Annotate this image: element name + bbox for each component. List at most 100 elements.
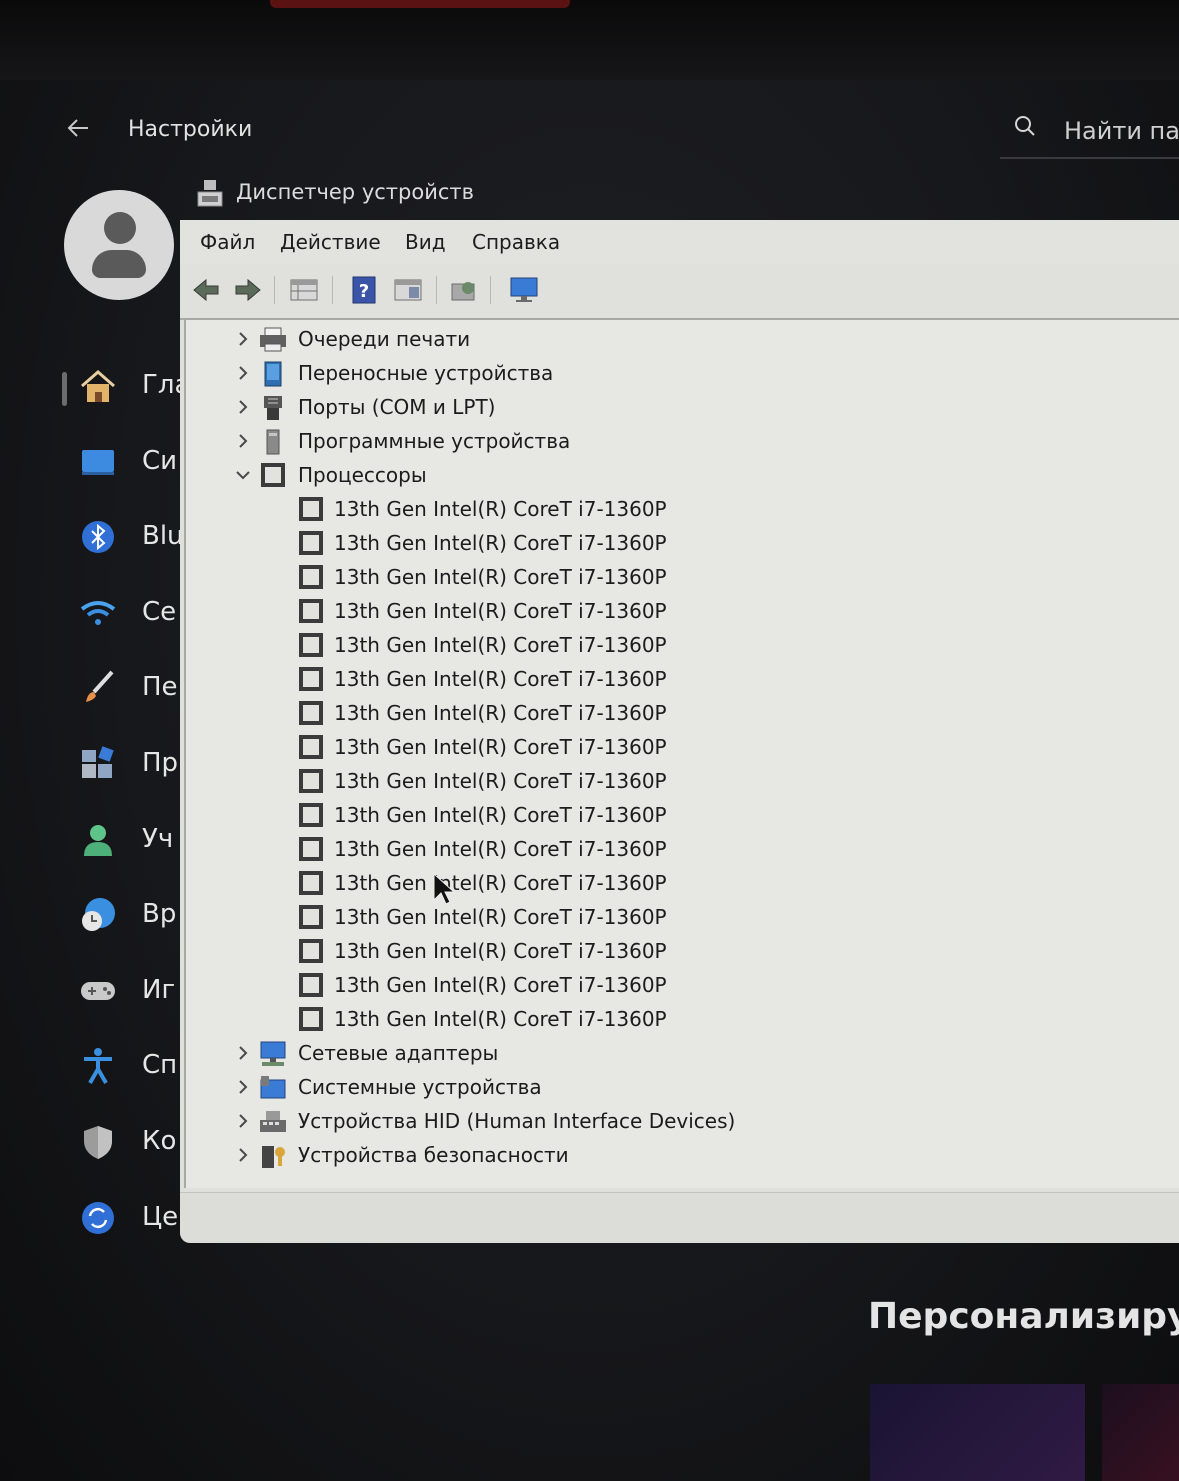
nav-item[interactable]: Пе (62, 658, 182, 718)
processor-label: 13th Gen Intel(R) CoreT i7-1360P (334, 531, 667, 555)
processor-icon (299, 701, 323, 725)
processor-label: 13th Gen Intel(R) CoreT i7-1360P (334, 701, 667, 725)
processor-item[interactable]: 13th Gen Intel(R) CoreT i7-1360P (296, 902, 856, 934)
processor-item[interactable]: 13th Gen Intel(R) CoreT i7-1360P (296, 868, 856, 900)
processor-icon (299, 565, 323, 589)
processor-item[interactable]: 13th Gen Intel(R) CoreT i7-1360P (296, 732, 856, 764)
menu-action[interactable]: Действие (280, 230, 381, 254)
tree-category-node[interactable]: Очереди печати (232, 324, 932, 356)
processor-icon (299, 939, 323, 963)
processor-item[interactable]: 13th Gen Intel(R) CoreT i7-1360P (296, 528, 856, 560)
processor-item[interactable]: 13th Gen Intel(R) CoreT i7-1360P (296, 1004, 856, 1036)
chevron-right-icon[interactable] (232, 362, 254, 384)
properties-grid-icon[interactable] (288, 274, 320, 306)
update-icon (82, 1201, 114, 1234)
processor-icon (299, 803, 323, 827)
device-manager-titlebar[interactable]: Диспетчер устройств (196, 172, 1179, 220)
tree-category-node[interactable]: Порты (COM и LPT) (232, 392, 932, 424)
processor-item[interactable]: 13th Gen Intel(R) CoreT i7-1360P (296, 562, 856, 594)
settings-title: Настройки (128, 117, 253, 142)
chevron-right-icon[interactable] (232, 1076, 254, 1098)
nav-item[interactable]: Иг (62, 961, 182, 1021)
tree-category-node[interactable]: Программные устройства (232, 426, 932, 458)
chevron-down-icon[interactable] (232, 464, 254, 486)
nav-item[interactable]: Си (62, 432, 182, 492)
nav-item-label: Це (142, 1201, 179, 1232)
processor-item[interactable]: 13th Gen Intel(R) CoreT i7-1360P (296, 630, 856, 662)
chevron-right-icon[interactable] (232, 1110, 254, 1132)
apps-icon (82, 746, 114, 778)
back-arrow-icon[interactable] (64, 114, 92, 149)
nav-item[interactable]: Це (62, 1188, 182, 1248)
processor-item[interactable]: 13th Gen Intel(R) CoreT i7-1360P (296, 936, 856, 968)
toolbar-separator (274, 276, 275, 304)
tree-category-label: Процессоры (298, 463, 427, 487)
tree-category-node[interactable]: Сетевые адаптеры (232, 1038, 932, 1070)
forward-arrow-icon[interactable] (232, 274, 264, 306)
search-input[interactable]: Найти пар (1064, 117, 1179, 145)
device-manager-title: Диспетчер устройств (236, 180, 475, 204)
processor-item[interactable]: 13th Gen Intel(R) CoreT i7-1360P (296, 970, 856, 1002)
chevron-right-icon[interactable] (232, 396, 254, 418)
menu-help[interactable]: Справка (472, 230, 560, 254)
chevron-right-icon[interactable] (232, 1042, 254, 1064)
processor-item[interactable]: 13th Gen Intel(R) CoreT i7-1360P (296, 834, 856, 866)
nav-item[interactable]: Blu (62, 507, 184, 567)
avatar[interactable] (64, 190, 174, 300)
menu-file[interactable]: Файл (200, 230, 255, 254)
processor-item[interactable]: 13th Gen Intel(R) CoreT i7-1360P (296, 766, 856, 798)
wallpaper-thumbnail[interactable] (1102, 1384, 1179, 1481)
nav-item[interactable]: Гла (62, 356, 190, 416)
chevron-right-icon[interactable] (232, 430, 254, 452)
account-icon (84, 824, 112, 856)
toolbar: ? (180, 264, 1179, 320)
device-tree[interactable]: Очереди печати Переносные устройства Порты… (184, 320, 1179, 1188)
processor-icon (299, 871, 323, 895)
settings-search-box[interactable]: Найти пар (1000, 105, 1179, 159)
nav-item[interactable]: Вр (62, 885, 182, 945)
wallpaper-thumbnail[interactable] (870, 1384, 1085, 1481)
software-device-icon (266, 429, 280, 455)
tree-category-label: Очереди печати (298, 327, 471, 351)
chevron-right-icon[interactable] (232, 1144, 254, 1166)
monitor-icon[interactable] (508, 274, 540, 306)
nav-item[interactable]: Сп (62, 1036, 182, 1096)
tree-category-node[interactable]: Устройства безопасности (232, 1140, 932, 1172)
device-manager-window: Файл Действие Вид Справка ? Очереди печа… (180, 220, 1179, 1243)
processor-label: 13th Gen Intel(R) CoreT i7-1360P (334, 803, 667, 827)
tree-category-node[interactable]: Процессоры (232, 460, 932, 492)
security-device-icon (262, 1146, 285, 1168)
processor-label: 13th Gen Intel(R) CoreT i7-1360P (334, 939, 667, 963)
processor-icon (299, 497, 323, 521)
processor-item[interactable]: 13th Gen Intel(R) CoreT i7-1360P (296, 664, 856, 696)
processor-label: 13th Gen Intel(R) CoreT i7-1360P (334, 871, 667, 895)
tree-category-node[interactable]: Устройства HID (Human Interface Devices) (232, 1106, 932, 1138)
nav-item[interactable]: Ко (62, 1112, 182, 1172)
personalize-heading: Персонализируйт (868, 1296, 1179, 1337)
processor-icon (299, 973, 323, 997)
system-display-icon (82, 449, 114, 475)
menu-view[interactable]: Вид (405, 230, 446, 254)
shield-icon (84, 1126, 112, 1159)
help-icon[interactable]: ? (348, 274, 380, 306)
nav-item[interactable]: Пр (62, 734, 182, 794)
nav-item[interactable]: Се (62, 583, 182, 643)
nav-item-label: Пр (142, 748, 179, 778)
update-driver-icon[interactable] (448, 274, 480, 306)
chevron-right-icon[interactable] (232, 328, 254, 350)
processor-item[interactable]: 13th Gen Intel(R) CoreT i7-1360P (296, 800, 856, 832)
tree-category-label: Переносные устройства (298, 361, 554, 385)
nav-item[interactable]: Уч (62, 810, 182, 870)
view-panel-icon[interactable] (392, 274, 424, 306)
svg-text:?: ? (359, 281, 369, 302)
processor-label: 13th Gen Intel(R) CoreT i7-1360P (334, 837, 667, 861)
port-icon (264, 396, 282, 420)
nav-item-label: Се (142, 596, 177, 627)
toolbar-separator (332, 276, 333, 304)
back-arrow-icon[interactable] (190, 274, 222, 306)
tree-category-node[interactable]: Системные устройства (232, 1072, 932, 1104)
processor-item[interactable]: 13th Gen Intel(R) CoreT i7-1360P (296, 494, 856, 526)
processor-item[interactable]: 13th Gen Intel(R) CoreT i7-1360P (296, 698, 856, 730)
processor-item[interactable]: 13th Gen Intel(R) CoreT i7-1360P (296, 596, 856, 628)
tree-category-node[interactable]: Переносные устройства (232, 358, 932, 390)
